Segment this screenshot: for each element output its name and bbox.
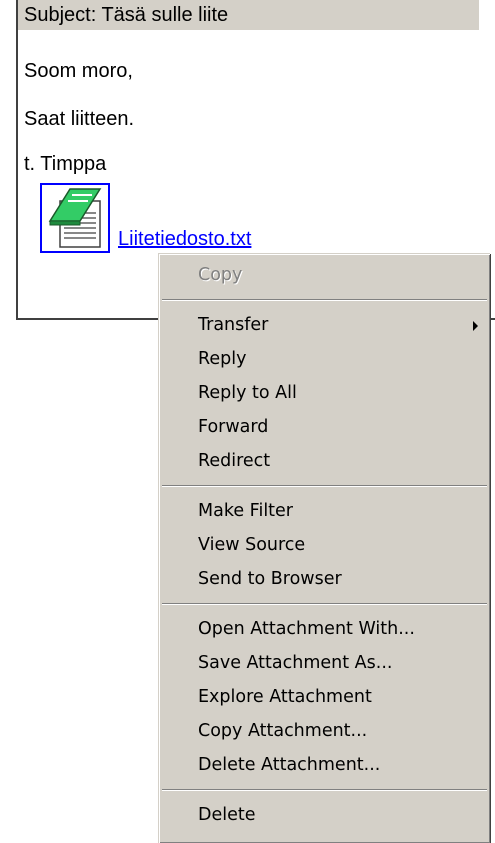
menu-item-open-attachment-with[interactable]: Open Attachment With...: [159, 612, 490, 646]
menu-item-transfer[interactable]: Transfer: [159, 308, 490, 342]
message-signature: t. Timppa: [24, 153, 107, 175]
menu-item-send-to-browser[interactable]: Send to Browser: [159, 562, 490, 596]
menu-item-label: Copy Attachment...: [198, 721, 368, 741]
menu-separator: [159, 782, 490, 798]
menu-item-reply-to-all[interactable]: Reply to All: [159, 376, 490, 410]
menu-item-label: Save Attachment As...: [198, 653, 393, 673]
menu-item-label: View Source: [198, 535, 306, 555]
menu-item-label: Reply: [198, 349, 247, 369]
menu-item-label: Delete: [198, 805, 256, 825]
menu-item-copy[interactable]: Copy: [159, 258, 490, 292]
menu-item-label: Open Attachment With...: [198, 619, 415, 639]
menu-separator: [159, 478, 490, 494]
menu-separator: [159, 292, 490, 308]
menu-item-label: Forward: [198, 417, 269, 437]
menu-item-label: Send to Browser: [198, 569, 342, 589]
menu-item-label: Transfer: [198, 315, 269, 335]
menu-item-label: Redirect: [198, 451, 271, 471]
submenu-arrow-icon: [473, 321, 478, 331]
context-menu: Copy Transfer Reply Reply to All Forward Redi…: [158, 253, 490, 843]
menu-item-explore-attachment[interactable]: Explore Attachment: [159, 680, 490, 714]
menu-item-delete[interactable]: Delete: [159, 798, 490, 832]
menu-item-label: Explore Attachment: [198, 687, 372, 707]
menu-item-label: Reply to All: [198, 383, 297, 403]
menu-item-label: Delete Attachment...: [198, 755, 381, 775]
menu-item-redirect[interactable]: Redirect: [159, 444, 490, 478]
menu-item-save-attachment-as[interactable]: Save Attachment As...: [159, 646, 490, 680]
menu-item-forward[interactable]: Forward: [159, 410, 490, 444]
menu-separator: [159, 596, 490, 612]
menu-item-view-source[interactable]: View Source: [159, 528, 490, 562]
subject-header: Subject: Täsä sulle liite: [18, 0, 479, 30]
notepad-text-file-icon[interactable]: [40, 183, 110, 253]
message-body: Saat liitteen.: [24, 108, 135, 130]
menu-item-delete-attachment[interactable]: Delete Attachment...: [159, 748, 490, 782]
menu-item-make-filter[interactable]: Make Filter: [159, 494, 490, 528]
message-greeting: Soom moro,: [24, 60, 133, 82]
menu-item-label: Make Filter: [198, 501, 294, 521]
menu-item-label: Copy: [198, 265, 243, 285]
menu-item-copy-attachment[interactable]: Copy Attachment...: [159, 714, 490, 748]
menu-item-reply[interactable]: Reply: [159, 342, 490, 376]
attachment-link[interactable]: Liitetiedosto.txt: [118, 228, 251, 251]
